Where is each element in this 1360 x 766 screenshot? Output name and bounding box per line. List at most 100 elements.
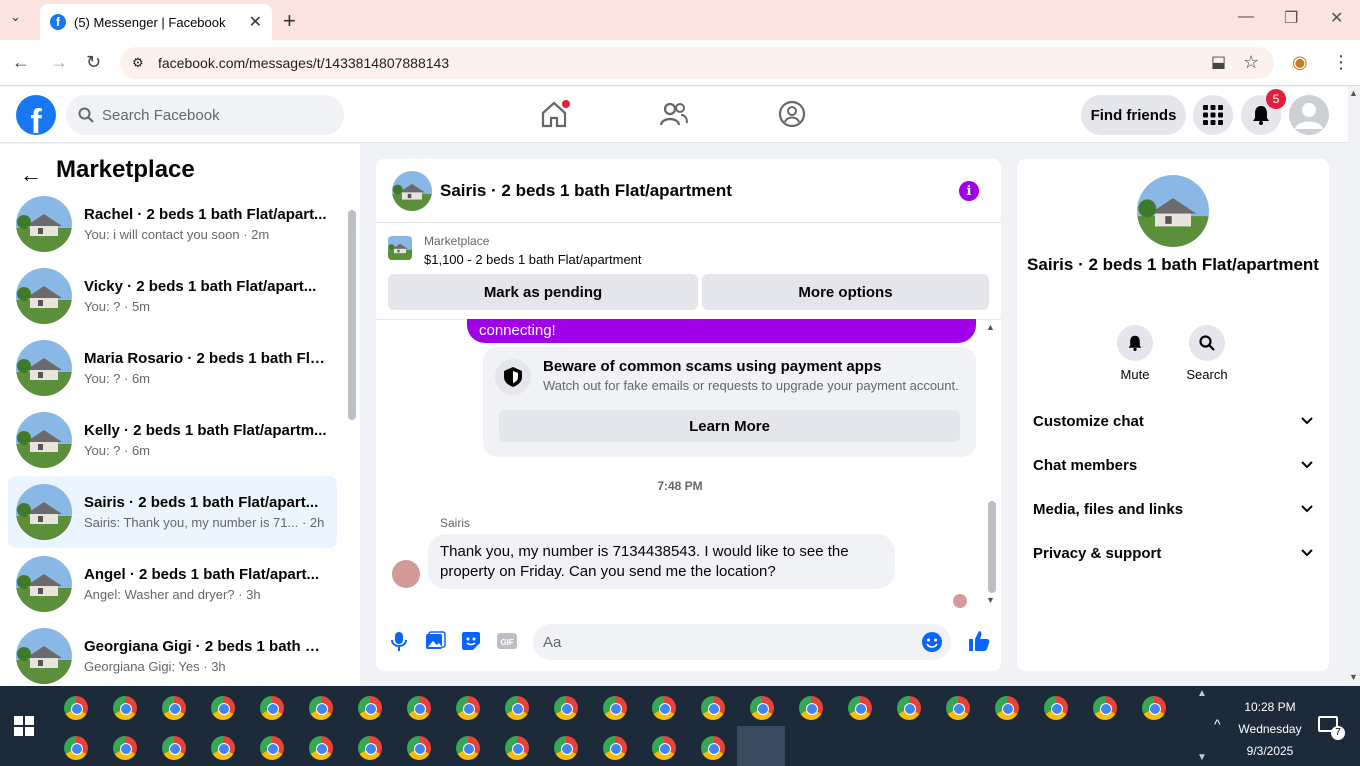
taskbar-scroll-down-icon[interactable]: ▼ <box>1197 752 1207 763</box>
chrome-app-icon[interactable] <box>799 696 823 720</box>
sticker-icon[interactable] <box>460 630 482 652</box>
new-tab-icon[interactable]: + <box>283 8 296 34</box>
chrome-app-icon[interactable] <box>750 696 774 720</box>
chrome-app-icon[interactable] <box>848 696 872 720</box>
conversation-item[interactable]: Maria Rosario · 2 beds 1 bath Fla... You:… <box>8 332 337 404</box>
chrome-app-icon[interactable] <box>64 736 88 760</box>
show-hidden-icons-icon[interactable]: ^ <box>1214 716 1221 732</box>
chrome-app-icon[interactable] <box>211 736 235 760</box>
chrome-app-icon[interactable] <box>162 696 186 720</box>
chrome-app-icon[interactable] <box>701 696 725 720</box>
page-scroll-up-icon[interactable]: ▲ <box>1349 88 1358 98</box>
scroll-down-icon[interactable]: ▼ <box>986 595 995 605</box>
find-friends-button[interactable]: Find friends <box>1081 95 1186 135</box>
photo-icon[interactable] <box>424 630 446 652</box>
chrome-app-icon[interactable] <box>603 736 627 760</box>
info-section-item[interactable]: Customize chat <box>1033 409 1313 433</box>
minimize-icon[interactable]: — <box>1238 8 1254 26</box>
conversation-item[interactable]: Kelly · 2 beds 1 bath Flat/apartm... You:… <box>8 404 337 476</box>
more-options-button[interactable]: More options <box>702 274 989 310</box>
system-clock[interactable]: 10:28 PM Wednesday 9/3/2025 <box>1232 696 1308 762</box>
chrome-app-icon[interactable] <box>701 736 725 760</box>
info-section-item[interactable]: Chat members <box>1033 453 1313 477</box>
thumbs-up-icon[interactable] <box>967 629 991 653</box>
chrome-app-icon[interactable] <box>358 696 382 720</box>
info-avatar[interactable] <box>1137 175 1209 247</box>
browser-tab[interactable]: f (5) Messenger | Facebook ✕ <box>40 4 272 40</box>
reload-icon[interactable]: ↻ <box>86 52 101 73</box>
chrome-app-icon[interactable] <box>505 736 529 760</box>
close-window-icon[interactable]: ✕ <box>1330 8 1343 28</box>
chrome-app-icon[interactable] <box>897 696 921 720</box>
chrome-app-icon[interactable] <box>407 736 431 760</box>
windows-start-icon[interactable] <box>14 716 34 736</box>
chrome-app-icon[interactable] <box>211 696 235 720</box>
chrome-app-icon[interactable] <box>113 736 137 760</box>
chrome-app-icon[interactable] <box>1044 696 1068 720</box>
chat-scrollbar[interactable] <box>988 501 996 593</box>
emoji-icon[interactable] <box>921 631 943 653</box>
conversation-item[interactable]: Sairis · 2 beds 1 bath Flat/apart... Sair… <box>8 476 337 548</box>
facebook-logo-icon[interactable]: f <box>16 95 56 135</box>
chrome-app-icon[interactable] <box>260 736 284 760</box>
chrome-app-icon[interactable] <box>946 696 970 720</box>
info-section-item[interactable]: Privacy & support <box>1033 541 1313 565</box>
chrome-app-icon[interactable] <box>652 736 676 760</box>
sender-avatar[interactable] <box>392 560 420 588</box>
bookmark-star-icon[interactable]: ☆ <box>1243 52 1259 73</box>
friends-icon[interactable] <box>659 99 689 129</box>
account-avatar-button[interactable] <box>1289 95 1329 135</box>
conversation-item[interactable]: Georgiana Gigi · 2 beds 1 bath Fl... Geor… <box>8 620 337 692</box>
back-icon[interactable]: ← <box>12 52 30 73</box>
chrome-app-icon[interactable] <box>1142 696 1166 720</box>
chrome-app-icon[interactable] <box>603 696 627 720</box>
chrome-app-icon[interactable] <box>64 696 88 720</box>
conversation-item[interactable]: Vicky · 2 beds 1 bath Flat/apart... You: … <box>8 260 337 332</box>
microphone-icon[interactable] <box>388 630 410 652</box>
groups-icon[interactable] <box>777 99 807 129</box>
install-app-icon[interactable]: ⬓ <box>1211 52 1226 72</box>
chrome-app-icon[interactable] <box>505 696 529 720</box>
chrome-app-icon[interactable] <box>309 736 333 760</box>
profile-icon[interactable]: ◉ <box>1292 52 1308 73</box>
mute-button[interactable]: Mute <box>1100 325 1170 382</box>
chrome-app-icon[interactable] <box>554 736 578 760</box>
chrome-app-icon[interactable] <box>456 696 480 720</box>
browser-menu-icon[interactable]: ⋮ <box>1332 52 1350 73</box>
sidebar-scrollbar[interactable] <box>348 210 356 420</box>
gif-icon[interactable]: GIF <box>496 630 518 652</box>
forward-icon[interactable]: → <box>50 52 68 73</box>
conversation-item[interactable]: Rachel · 2 beds 1 bath Flat/apart... You:… <box>8 188 337 260</box>
message-input[interactable]: Aa <box>533 624 951 660</box>
site-info-icon[interactable]: ⚙ <box>132 55 144 71</box>
conversation-item[interactable]: Angel · 2 beds 1 bath Flat/apart... Angel… <box>8 548 337 620</box>
mark-pending-button[interactable]: Mark as pending <box>388 274 698 310</box>
page-scroll-down-icon[interactable]: ▼ <box>1349 672 1358 682</box>
search-conversation-button[interactable]: Search <box>1172 325 1242 382</box>
scroll-up-icon[interactable]: ▲ <box>986 322 995 332</box>
active-app-icon[interactable] <box>737 726 785 766</box>
chrome-app-icon[interactable] <box>652 696 676 720</box>
tab-list-chevron-icon[interactable]: ⌄ <box>10 9 21 25</box>
chrome-app-icon[interactable] <box>995 696 1019 720</box>
back-arrow-icon[interactable]: ← <box>20 162 42 188</box>
chrome-app-icon[interactable] <box>1093 696 1117 720</box>
chrome-app-icon[interactable] <box>260 696 284 720</box>
chrome-app-icon[interactable] <box>358 736 382 760</box>
close-tab-icon[interactable]: ✕ <box>249 12 262 32</box>
chat-title[interactable]: Sairis · 2 beds 1 bath Flat/apartment <box>440 181 732 201</box>
info-section-item[interactable]: Media, files and links <box>1033 497 1313 521</box>
chrome-app-icon[interactable] <box>456 736 480 760</box>
url-input[interactable]: ⚙ facebook.com/messages/t/14338148078881… <box>120 47 1274 79</box>
learn-more-button[interactable]: Learn More <box>499 410 960 442</box>
listing-price[interactable]: $1,100 - 2 beds 1 bath Flat/apartment <box>424 252 642 267</box>
chrome-app-icon[interactable] <box>162 736 186 760</box>
chrome-app-icon[interactable] <box>407 696 431 720</box>
restore-icon[interactable]: ❐ <box>1284 8 1298 28</box>
chrome-app-icon[interactable] <box>113 696 137 720</box>
listing-thumbnail[interactable] <box>388 236 412 260</box>
search-input[interactable]: Search Facebook <box>66 95 344 135</box>
chrome-app-icon[interactable] <box>554 696 578 720</box>
chat-avatar[interactable] <box>392 170 432 211</box>
menu-grid-button[interactable] <box>1193 95 1233 135</box>
